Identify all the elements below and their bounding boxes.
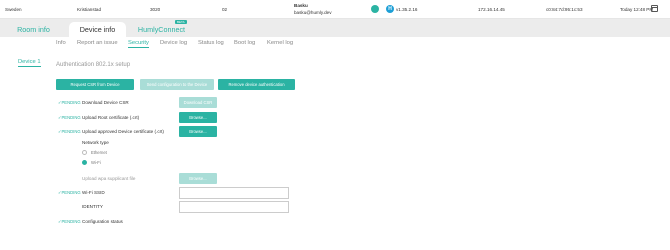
network-type-label: Network type	[82, 140, 109, 145]
upload-device-cert-browse-button[interactable]: Browse...	[179, 126, 217, 137]
subtab-kernel-log[interactable]: Kernel log	[267, 40, 293, 46]
tab-device-1[interactable]: Device 1	[18, 59, 41, 67]
upload-device-cert-status: ✓PENDING	[58, 129, 81, 134]
sub-tabs: Info Report an issue Security Device log…	[0, 40, 670, 52]
wifi-radio-label: Wi-Fi	[91, 160, 101, 165]
firmware-version: v1.35.2.16	[396, 7, 418, 12]
floor-text: 02	[222, 7, 228, 12]
tab-device-info-label: Device info	[79, 25, 116, 34]
user-email: basku@humly.dev	[294, 10, 332, 15]
street-text: Kristianstad	[77, 7, 102, 12]
download-csr-status: ✓PENDING	[58, 100, 81, 105]
identity-input[interactable]	[179, 201, 289, 213]
user-name: Basku	[294, 3, 308, 8]
datetime-text: Today 12:48 PM	[620, 7, 654, 12]
subtab-report-issue[interactable]: Report an issue	[77, 40, 118, 46]
upload-root-label: Upload Root certificate (.crt)	[82, 115, 140, 120]
subtab-security[interactable]: Security	[128, 40, 149, 48]
main-tabs: Room info Device info HumlyConnect BETA	[0, 19, 670, 37]
subtab-info[interactable]: Info	[56, 40, 66, 46]
tab-room-info[interactable]: Room info	[5, 22, 62, 37]
upload-root-browse-button[interactable]: Browse...	[179, 112, 217, 123]
firmware-icon: H	[386, 5, 394, 13]
tab-device-info[interactable]: Device info	[69, 22, 126, 37]
mac-address: c0:84:7d:95:1c:53	[546, 7, 583, 12]
remove-authentication-button[interactable]: Remove device authentication	[218, 79, 295, 90]
online-status-icon	[371, 5, 379, 13]
wpa-file-label: Upload wpa supplicant file	[82, 176, 136, 181]
wifi-ssid-input[interactable]	[179, 187, 289, 199]
subtab-status-log[interactable]: Status log	[198, 40, 224, 46]
user-block: Basku basku@humly.dev	[294, 2, 332, 16]
send-configuration-button[interactable]: Send configuration to the Device	[140, 79, 214, 90]
wifi-ssid-status: ✓PENDING	[58, 190, 81, 195]
section-title: Authentication 802.1x setup	[56, 62, 131, 68]
country-text: Sweden	[5, 7, 22, 12]
download-csr-button[interactable]: Download CSR	[179, 97, 217, 108]
wpa-file-browse-button[interactable]: Browse...	[179, 173, 217, 184]
wifi-radio[interactable]	[82, 160, 87, 165]
upload-device-cert-label: Upload approved Device certificate (.crt…	[82, 129, 164, 134]
config-status-status: ✓PENDING	[58, 219, 81, 224]
config-status-label: Configuration status	[82, 219, 123, 224]
beta-badge: BETA	[175, 20, 187, 24]
wifi-ssid-label: Wi-Fi SSID	[82, 190, 105, 195]
tab-room-info-label: Room info	[17, 25, 50, 34]
device-info-bar: Sweden Kristianstad 3020 02 Basku basku@…	[0, 0, 670, 19]
ip-address: 172.16.14.45	[478, 7, 505, 12]
calendar-icon[interactable]	[651, 5, 658, 12]
ethernet-radio[interactable]	[82, 150, 87, 155]
download-csr-label: Download Device CSR	[82, 100, 129, 105]
subtab-device-log[interactable]: Device log	[160, 40, 187, 46]
tab-humlyconnect-label: HumlyConnect	[137, 25, 186, 34]
ethernet-radio-label: Ethernet	[91, 150, 107, 155]
subtab-boot-log[interactable]: Boot log	[234, 40, 255, 46]
postcode-text: 3020	[150, 7, 161, 12]
tab-humlyconnect[interactable]: HumlyConnect	[133, 22, 190, 37]
upload-root-status: ✓PENDING	[58, 115, 81, 120]
request-csr-button[interactable]: Request CSR from Device	[56, 79, 134, 90]
identity-label: IDENTITY	[82, 204, 103, 209]
